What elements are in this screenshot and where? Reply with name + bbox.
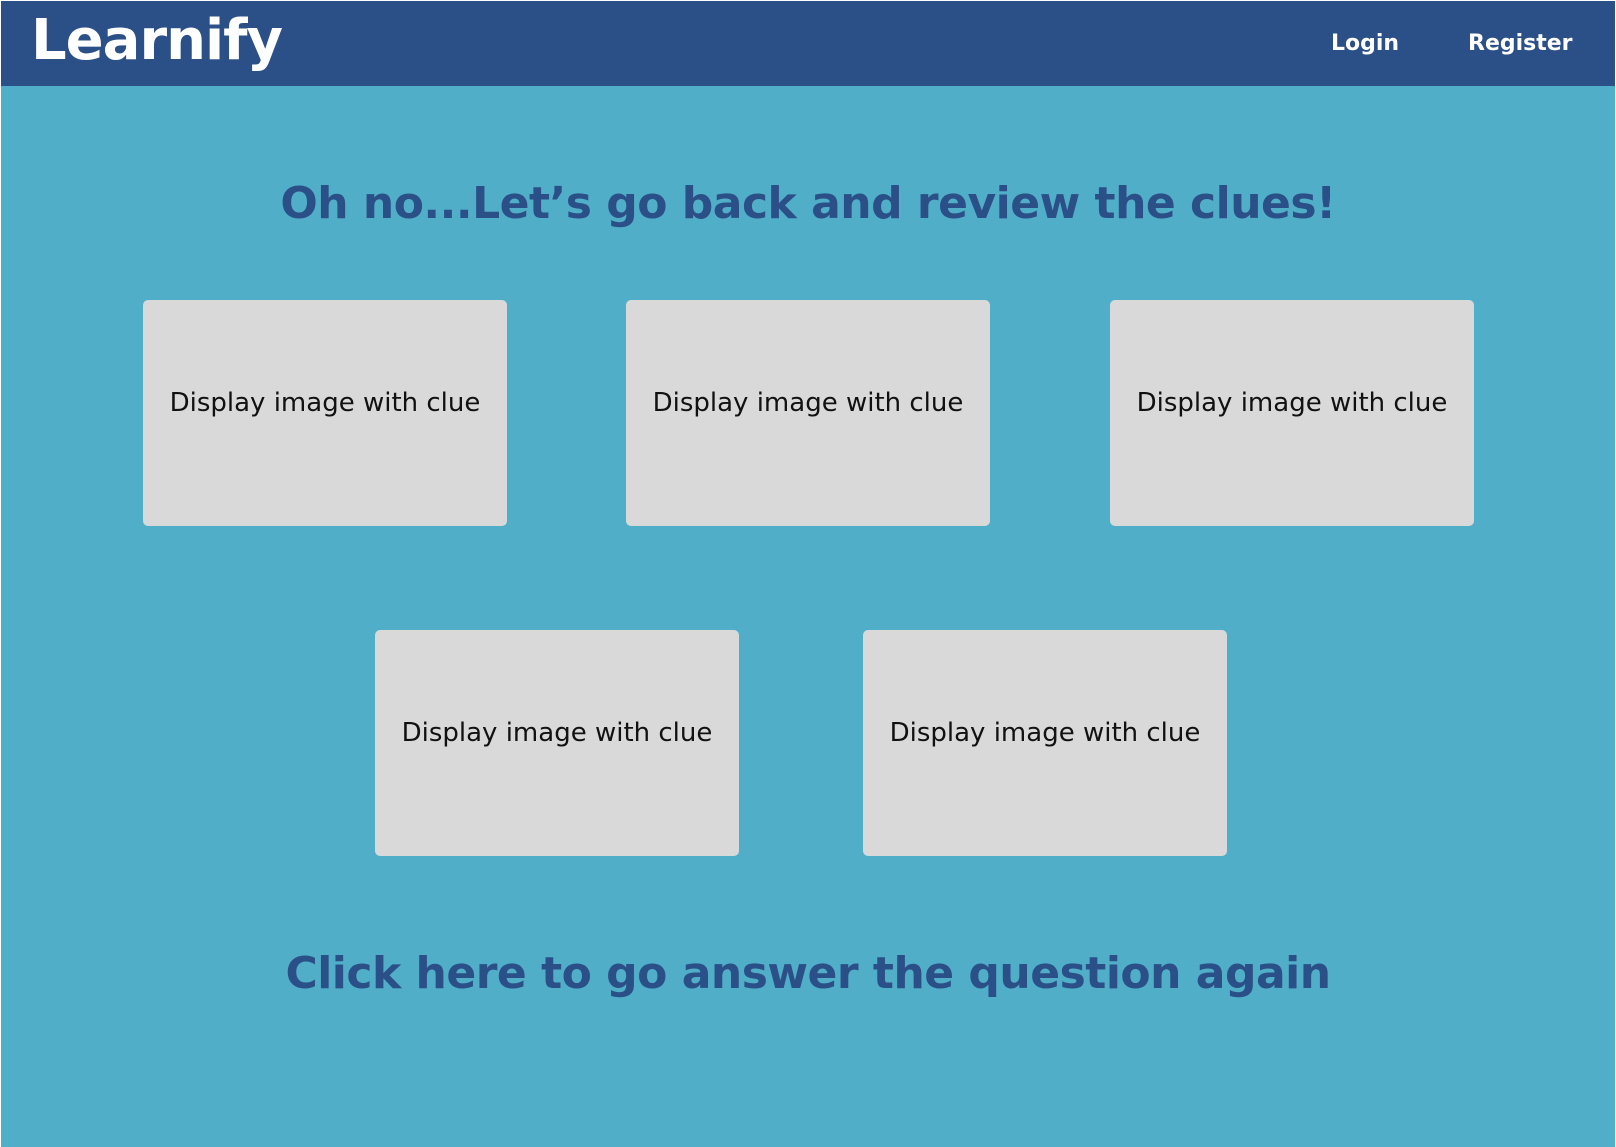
clue-card-5[interactable]: Display image with clue [863, 630, 1227, 856]
app-logo[interactable]: Learnify [31, 7, 283, 75]
register-link[interactable]: Register [1468, 29, 1573, 59]
clue-card-label: Display image with clue [169, 388, 481, 418]
page: Learnify Login Register Oh no...Let’s go… [1, 1, 1615, 1147]
login-link[interactable]: Login [1331, 29, 1399, 59]
clue-card-3[interactable]: Display image with clue [1110, 300, 1474, 526]
clue-card-1[interactable]: Display image with clue [143, 300, 507, 526]
clue-card-label: Display image with clue [401, 718, 713, 748]
clue-card-label: Display image with clue [889, 718, 1201, 748]
clue-card-2[interactable]: Display image with clue [626, 300, 990, 526]
page-heading: Oh no...Let’s go back and review the clu… [280, 178, 1336, 229]
clue-card-label: Display image with clue [652, 388, 964, 418]
retry-question-link[interactable]: Click here to go answer the question aga… [1, 946, 1615, 1002]
clue-card-label: Display image with clue [1136, 388, 1448, 418]
clue-card-4[interactable]: Display image with clue [375, 630, 739, 856]
navbar: Learnify Login Register [1, 1, 1615, 86]
